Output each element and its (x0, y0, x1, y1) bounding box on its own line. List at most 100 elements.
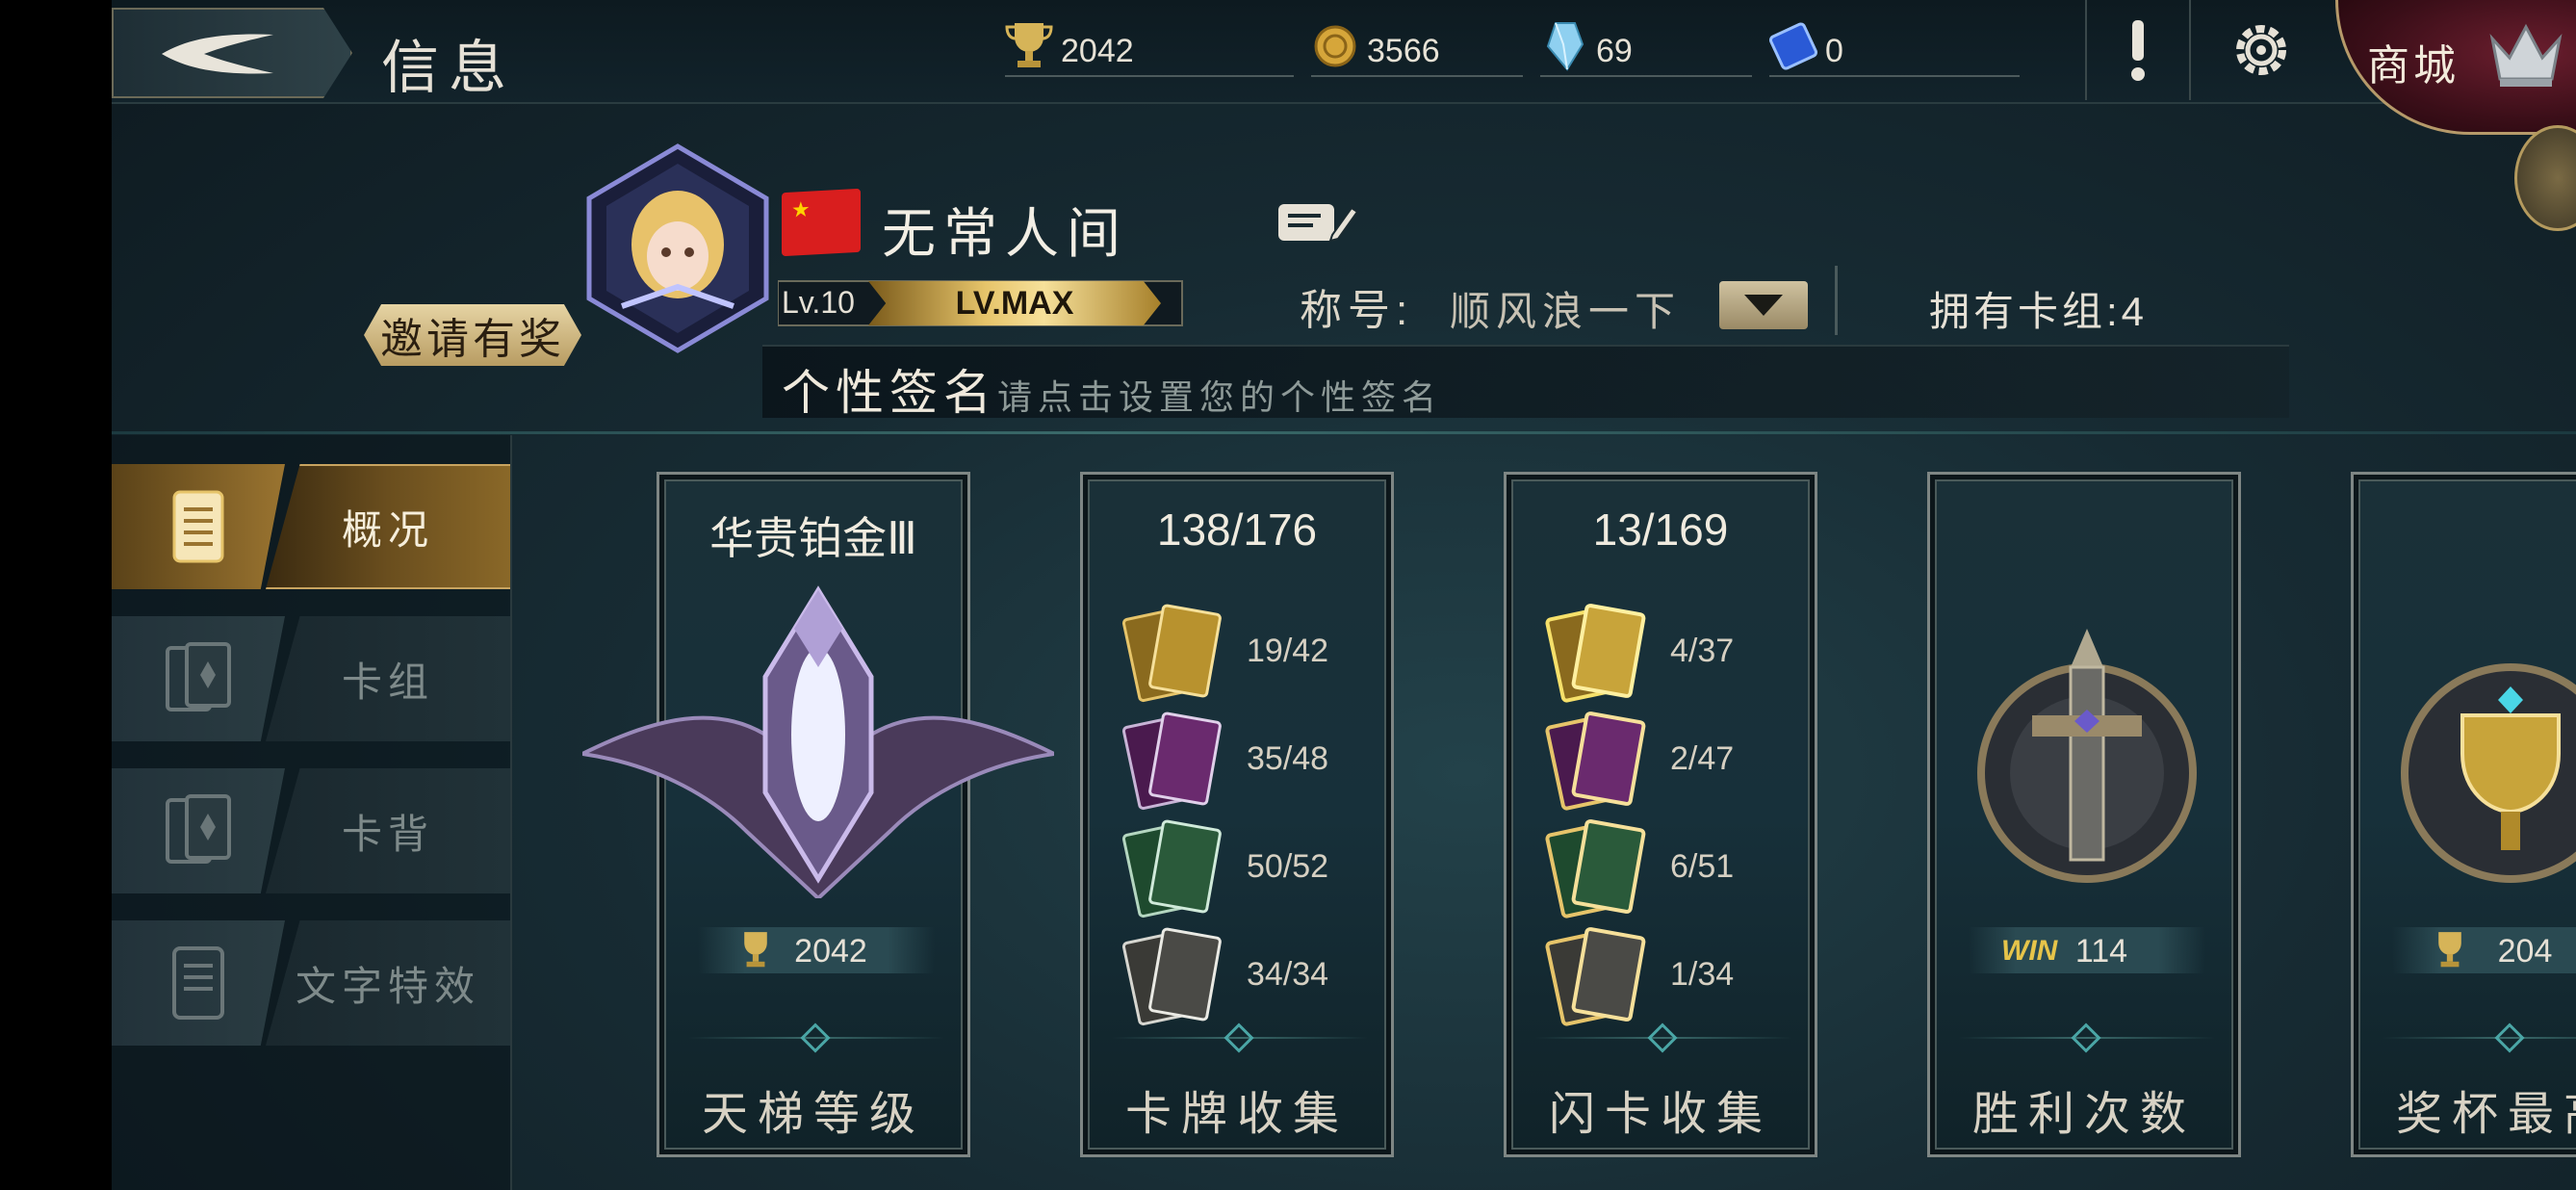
title-dropdown-button[interactable] (1719, 281, 1808, 329)
diamond-icon (2494, 1022, 2525, 1053)
card-footer-label: 闪卡收集 (1548, 1089, 1772, 1140)
epic-flash-cards-icon (1545, 711, 1646, 811)
rare-flash-count: 6/51 (1670, 848, 1735, 885)
divider (2383, 1037, 2576, 1039)
nav-label: 卡背 (266, 768, 510, 893)
trophy-high-stat: 204 (2392, 927, 2576, 973)
rare-cards-icon (1121, 819, 1222, 918)
rank-name: 华贵铂金Ⅲ (709, 513, 917, 563)
card-pack-ticket-icon (1769, 22, 1817, 70)
trophy-emblem-icon (2401, 663, 2576, 883)
epic-count: 35/48 (1247, 740, 1329, 777)
settings-button[interactable] (2208, 0, 2314, 100)
invite-reward-button[interactable]: 邀请有奖 (364, 304, 581, 366)
rare-flash-cards-icon (1545, 819, 1646, 918)
player-name: 无常人间 (882, 203, 1128, 264)
trophy-high-card[interactable]: 204 奖杯最高 (2351, 472, 2576, 1157)
nav-label: 概况 (266, 464, 510, 589)
china-flag-icon: ★ (782, 188, 861, 257)
platinum-rank-emblem-icon (582, 585, 1054, 898)
epic-cards-icon (1121, 711, 1222, 811)
ladder-points-value: 2042 (794, 933, 867, 970)
edit-name-button[interactable] (1275, 198, 1359, 246)
common-cards-icon (1121, 927, 1222, 1026)
crystal-counter: 69 (1540, 13, 1752, 77)
left-nav: 概况 卡组 卡背 文字特效 (112, 435, 512, 1190)
signature-label: 个性签名 (782, 366, 997, 420)
edit-icon (1278, 204, 1359, 243)
shop-button[interactable]: 商城 (2335, 0, 2576, 135)
scroll-icon (112, 464, 285, 589)
win-stat: WIN 114 (1969, 927, 2205, 973)
gear-icon (2236, 25, 2286, 75)
title-value: 顺风浪一下 (1450, 289, 1682, 334)
player-avatar[interactable] (583, 142, 772, 354)
common-count: 34/34 (1247, 956, 1329, 993)
diamond-icon (800, 1022, 831, 1053)
collection-total: 138/176 (1156, 504, 1318, 555)
legendary-count: 19/42 (1247, 633, 1329, 669)
profile-info-page: 信息 2042 3566 69 0 商城 邀请有奖 ★ 无常人间 Lv.10 L… (112, 0, 2576, 1190)
text-effect-icon (112, 920, 285, 1046)
back-arrow-icon (162, 34, 273, 74)
trophy-icon (1005, 23, 1053, 67)
ticket-value: 0 (1825, 33, 1843, 69)
nav-item-card-back[interactable]: 卡背 (112, 766, 512, 895)
gold-coin-icon (1314, 25, 1356, 67)
flash-collection-card[interactable]: 13/169 4/37 2/47 6/51 1/34 闪卡收集 (1504, 472, 1817, 1157)
card-footer-label: 卡牌收集 (1124, 1089, 1349, 1140)
ladder-rank-card[interactable]: 华贵铂金Ⅲ 2042 天梯等级 (582, 472, 1054, 1157)
card-footer-label: 奖杯最高 (2395, 1089, 2576, 1140)
chevron-down-icon (1744, 295, 1783, 316)
legendary-flash-cards-icon (1545, 604, 1646, 703)
signature-placeholder: 请点击设置您的个性签名 (997, 377, 1443, 417)
common-flash-count: 1/34 (1670, 956, 1735, 993)
common-flash-cards-icon (1545, 927, 1646, 1026)
trophy-value: 2042 (1061, 33, 1134, 69)
side-event-badge[interactable] (2514, 125, 2576, 231)
legendary-flash-count: 4/37 (1670, 633, 1735, 669)
win-count-card[interactable]: WIN 114 胜利次数 (1927, 472, 2241, 1157)
gold-counter: 3566 (1311, 13, 1523, 77)
win-count-value: 114 (2074, 933, 2128, 970)
epic-flash-count: 2/47 (1670, 740, 1735, 777)
crystal-icon (1546, 22, 1584, 71)
gold-value: 3566 (1367, 33, 1440, 69)
shop-crown-icon (2489, 23, 2563, 87)
nav-item-text-effect[interactable]: 文字特效 (112, 918, 512, 1048)
divider (1835, 266, 1838, 335)
card-back-icon (112, 768, 285, 893)
flash-row-rare: 6/51 (1545, 815, 1795, 921)
flash-row-epic: 2/47 (1545, 708, 1795, 814)
ladder-points: 2042 (698, 927, 935, 973)
card-footer-label: 天梯等级 (701, 1089, 925, 1140)
screen: 信息 2042 3566 69 0 商城 邀请有奖 ★ 无常人间 Lv.10 L… (0, 0, 2576, 1190)
nav-item-deck[interactable]: 卡组 (112, 614, 512, 743)
card-collection-card[interactable]: 138/176 19/42 35/48 50/52 34/34 卡牌收集 (1080, 472, 1394, 1157)
collection-row-common: 34/34 (1121, 923, 1372, 1029)
title-label: 称号: (1300, 287, 1414, 334)
flash-row-common: 1/34 (1545, 923, 1795, 1029)
back-button[interactable] (112, 8, 352, 98)
shop-label: 商城 (2367, 42, 2460, 90)
collection-row-legendary: 19/42 (1121, 600, 1372, 706)
notification-button[interactable] (2085, 0, 2191, 100)
nav-item-overview[interactable]: 概况 (112, 462, 512, 591)
ticket-counter: 0 (1769, 13, 2020, 77)
collection-row-epic: 35/48 (1121, 708, 1372, 814)
rare-count: 50/52 (1247, 848, 1329, 885)
card-footer-label: 胜利次数 (1971, 1089, 2196, 1140)
deck-count: 拥有卡组:4 (1929, 289, 2149, 334)
page-title: 信息 (381, 35, 516, 102)
section-divider (112, 431, 2576, 434)
crystal-value: 69 (1596, 33, 1633, 69)
player-level: Lv.10 (782, 285, 855, 320)
nav-label: 文字特效 (266, 920, 510, 1046)
card-deck-icon (112, 616, 285, 741)
diamond-icon (2071, 1022, 2101, 1053)
collection-row-rare: 50/52 (1121, 815, 1372, 921)
signature-field[interactable]: 个性签名 请点击设置您的个性签名 (762, 345, 2289, 420)
top-bar: 信息 2042 3566 69 0 (112, 0, 2576, 104)
trophy-counter: 2042 (1005, 13, 1294, 77)
level-max-label: LV.MAX (955, 285, 1074, 322)
